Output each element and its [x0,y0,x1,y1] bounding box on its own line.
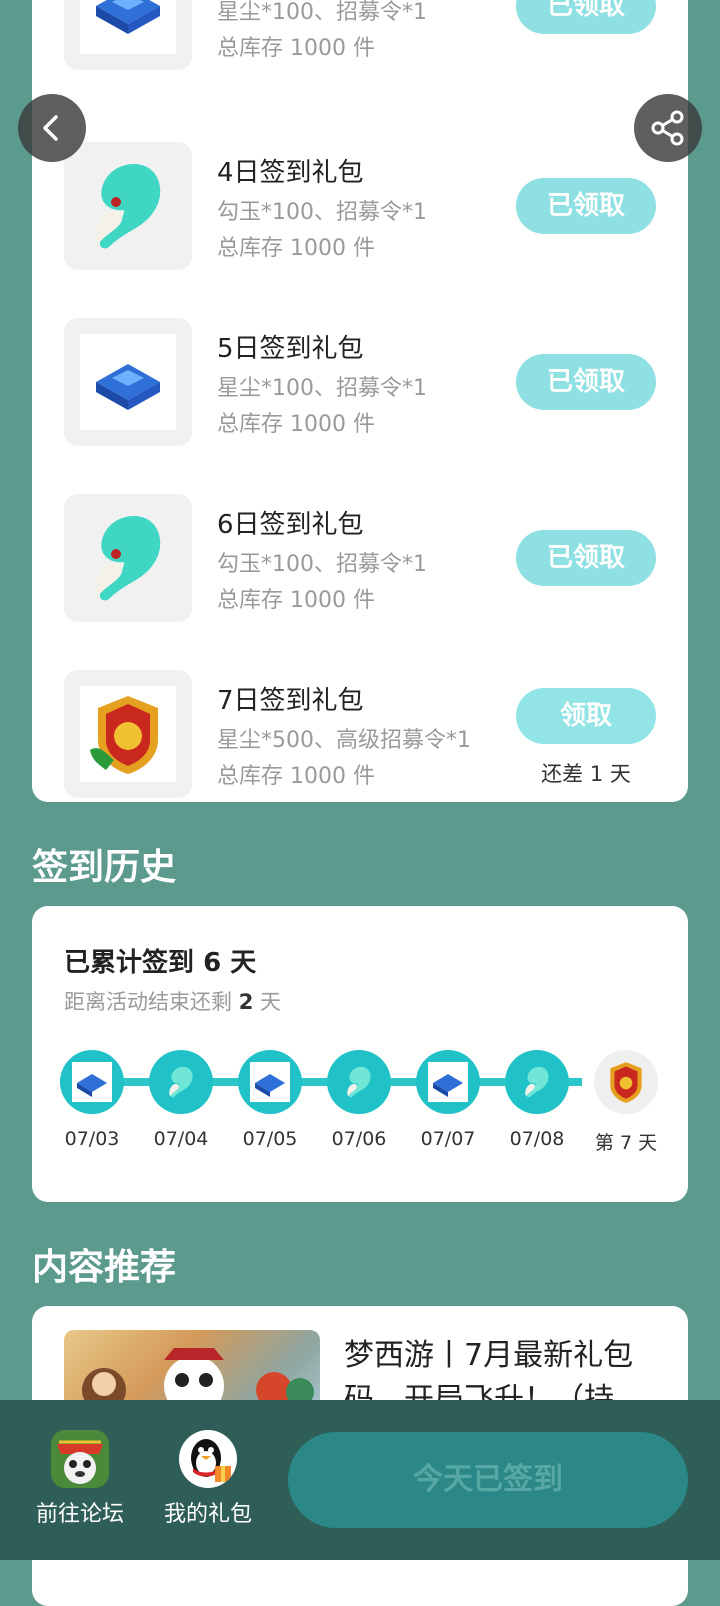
gift-stock: 总库存 1000 件 [217,412,375,437]
timeline-label: 07/03 [64,1128,120,1150]
gift-list-card: 星尘*100、招募令*1 总库存 1000 件 已领取 4日签到礼包 勾玉*10… [32,0,688,802]
timeline-dot [60,1050,124,1114]
event-remaining-days: 距离活动结束还剩 2 天 [64,986,281,1016]
stardust-chest-icon [96,0,160,34]
game-app-icon [51,1430,109,1488]
gift-title: 7日签到礼包 [217,686,364,716]
stardust-chest-icon [72,1062,112,1102]
gift-stock: 总库存 1000 件 [217,36,375,61]
chevron-left-icon [43,115,58,141]
claimed-button[interactable]: 已领取 [516,178,656,234]
timeline-dot-future [594,1050,658,1114]
timeline-label: 07/06 [331,1128,387,1150]
claimed-button[interactable]: 已领取 [516,354,656,410]
gift-icon-frame [64,494,192,622]
claimed-button[interactable]: 已领取 [516,0,656,34]
stardust-chest-icon [250,1062,290,1102]
gift-stock: 总库存 1000 件 [217,764,375,789]
bottom-action-bar: 前往论坛 我的礼包 今天已签到 [0,1400,720,1560]
timeline-dot [416,1050,480,1114]
total-prefix: 已累计签到 [64,948,204,978]
jade-magatama-icon [169,1066,193,1098]
timeline-label: 07/07 [420,1128,476,1150]
gift-title: 4日签到礼包 [217,158,364,188]
total-signin-days: 已累计签到 6 天 [64,942,256,979]
timeline-dot [149,1050,213,1114]
stardust-chest-icon [96,364,160,410]
jade-magatama-icon [95,516,161,601]
timeline-dot [505,1050,569,1114]
gift-icon-frame [64,318,192,446]
timeline-label: 07/05 [242,1128,298,1150]
claim-button[interactable]: 领取 [516,688,656,744]
gift-desc: 星尘*100、招募令*1 [217,376,427,401]
share-button[interactable] [634,94,702,162]
gift-desc: 勾玉*100、招募令*1 [217,552,427,577]
gift-icon-frame [64,142,192,270]
days-remaining-note: 还差 1 天 [541,762,631,786]
gift-row-day4: 4日签到礼包 勾玉*100、招募令*1 总库存 1000 件 已领取 [32,142,688,272]
back-button[interactable] [18,94,86,162]
qq-gift-icon [179,1430,237,1488]
recommend-section-title: 内容推荐 [32,1247,177,1288]
gift-title: 6日签到礼包 [217,510,364,540]
jade-magatama-icon [347,1066,371,1098]
timeline-dot [327,1050,391,1114]
gift-row-day7: 7日签到礼包 星尘*500、高级招募令*1 总库存 1000 件 领取 还差 1… [32,670,688,800]
jade-magatama-icon [525,1066,549,1098]
gift-row-day3: 星尘*100、招募令*1 总库存 1000 件 已领取 [32,0,688,72]
recruit-token-icon [610,1062,642,1103]
remain-suffix: 天 [253,990,281,1014]
timeline-label: 07/08 [509,1128,565,1150]
gift-icon-frame [64,0,192,70]
my-gifts-link[interactable]: 我的礼包 [153,1430,263,1528]
gift-icon-frame [64,670,192,798]
total-suffix: 天 [221,948,257,978]
gift-desc: 勾玉*100、招募令*1 [217,200,427,225]
gift-row-day6: 6日签到礼包 勾玉*100、招募令*1 总库存 1000 件 已领取 [32,494,688,624]
my-gifts-label: 我的礼包 [163,1502,252,1527]
gift-row-day5: 5日签到礼包 星尘*100、招募令*1 总库存 1000 件 已领取 [32,318,688,448]
remain-prefix: 距离活动结束还剩 [64,990,239,1014]
jade-magatama-icon [95,164,161,249]
gift-desc: 星尘*500、高级招募令*1 [217,728,471,753]
remain-days-value: 2 [238,990,254,1014]
history-section-title: 签到历史 [32,847,177,888]
signed-today-button[interactable]: 今天已签到 [288,1432,688,1528]
timeline-dot [238,1050,302,1114]
stardust-chest-icon [428,1062,468,1102]
total-days-value: 6 [203,948,222,978]
recruit-token-icon [90,696,158,774]
claimed-button[interactable]: 已领取 [516,530,656,586]
gift-stock: 总库存 1000 件 [217,236,375,261]
forum-label: 前往论坛 [35,1502,124,1527]
timeline-label: 07/04 [153,1128,209,1150]
gift-title: 5日签到礼包 [217,334,364,364]
forum-link[interactable]: 前往论坛 [25,1430,135,1528]
gift-stock: 总库存 1000 件 [217,588,375,613]
timeline-label: 第 7 天 [594,1132,658,1154]
share-icon [651,110,684,146]
history-card: 已累计签到 6 天 距离活动结束还剩 2 天 07/03 07/04 07/05… [32,906,688,1202]
gift-desc: 星尘*100、招募令*1 [217,0,427,25]
